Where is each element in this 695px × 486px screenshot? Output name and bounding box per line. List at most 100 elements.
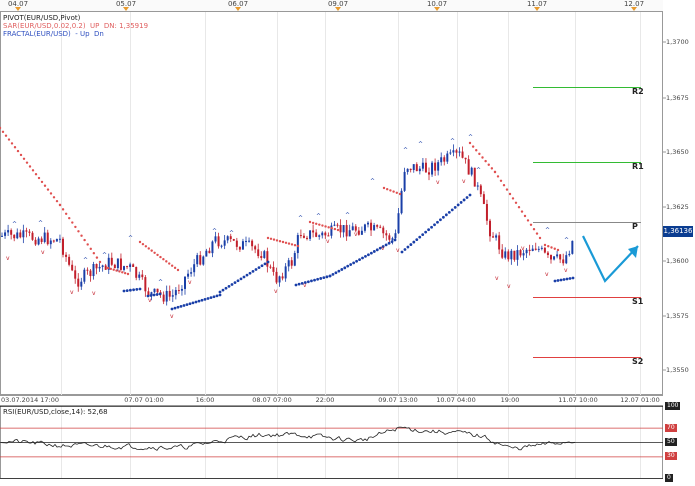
candle-body [196, 255, 199, 265]
candle-body [22, 230, 25, 238]
sar-dot [115, 269, 118, 272]
candle-body [556, 254, 559, 257]
sar-dot [272, 238, 276, 241]
candle-body [275, 271, 278, 283]
candle-body [238, 246, 241, 250]
sar-dot [328, 274, 332, 278]
pivot-legend: PIVOT(EUR/USD,Pivot) [3, 14, 81, 22]
sar-dot [453, 205, 457, 209]
candle-body [80, 281, 83, 287]
sar-dot [459, 201, 463, 204]
projection-path [582, 235, 639, 283]
candle-body [516, 250, 519, 260]
sar-dot [118, 270, 121, 273]
candle-body [263, 251, 266, 258]
candle-body [498, 235, 501, 250]
candle-body [455, 150, 458, 153]
sar-dot [382, 186, 386, 190]
sar-dot [352, 261, 356, 265]
candle-body [360, 230, 363, 235]
fractal-up-arrow-icon: ^ [38, 220, 43, 227]
fractal-down-arrow-icon: v [41, 249, 45, 256]
candle-body [501, 249, 504, 258]
candle-body [421, 162, 424, 169]
candle-body [302, 235, 305, 238]
candle-body [296, 235, 299, 254]
fractal-up-arrow-icon: ^ [298, 215, 303, 222]
candle-body [525, 249, 528, 254]
sar-dot [80, 234, 83, 237]
candle-body [174, 290, 177, 296]
sar-dot [212, 295, 216, 299]
sar-dot [415, 238, 419, 242]
fractal-up-arrow-icon: ^ [212, 228, 217, 235]
sar-dot [517, 206, 521, 209]
sar-dot [508, 192, 512, 196]
sar-dot [409, 243, 413, 246]
sar-dot [129, 288, 132, 292]
candle-body [409, 168, 412, 171]
sar-dot [532, 228, 536, 231]
sar-dot [421, 233, 425, 237]
candle-body [318, 235, 321, 237]
candle-body [95, 263, 98, 269]
sar-dot [358, 258, 361, 262]
sar-dot [369, 251, 373, 255]
candle-body [1, 235, 3, 237]
fractal-down-arrow-icon: v [170, 313, 174, 320]
sar-dot [194, 300, 198, 304]
candle-body [19, 232, 22, 238]
main-plot-frame [0, 11, 663, 395]
pivot-label-s2: S2 [632, 357, 643, 366]
sar-dot [215, 294, 219, 298]
sar-dot [398, 192, 402, 196]
sar-dot [233, 281, 237, 285]
sar-dot [132, 288, 136, 292]
candle-body [470, 167, 473, 175]
sar-dot [98, 260, 102, 264]
candle-body [58, 238, 61, 240]
candle-body [74, 270, 77, 279]
sar-dot [156, 253, 159, 257]
candle-body [522, 253, 525, 256]
sar-dot [556, 279, 560, 282]
candle-body [327, 235, 330, 237]
sar-dot [514, 201, 518, 204]
rsi-plot-frame [0, 405, 663, 479]
sar-dot [487, 163, 490, 166]
sar-dot [520, 210, 524, 213]
sar-dot [306, 280, 310, 284]
sar-dot [315, 222, 318, 225]
candle-body [28, 231, 31, 233]
candle-body [284, 266, 287, 279]
candle-body [86, 269, 89, 271]
candle-body [199, 255, 202, 265]
sar-dot [475, 149, 478, 152]
candle-body [531, 248, 534, 251]
candle-body [248, 240, 251, 242]
fractal-down-arrow-icon: v [462, 178, 466, 185]
candle-body [440, 157, 443, 163]
time-tick-label: 11.07 10:00 [558, 396, 598, 404]
candle-body [431, 162, 434, 175]
candle-body [510, 250, 513, 260]
candle-body [214, 236, 217, 242]
sar-dot [176, 305, 180, 309]
time-tick-label: 09.07 13:00 [378, 396, 418, 404]
sar-dot [484, 159, 487, 163]
rsi-legend: RSI(EUR/USD,close,14): 52,68 [3, 408, 108, 416]
sar-dot [83, 238, 86, 242]
candle-body [278, 276, 281, 283]
price-tick-label: 1,3600 [666, 257, 689, 265]
fractal-legend: FRACTAL(EUR/USD) - Up Dn [3, 30, 148, 38]
sar-dot [260, 264, 264, 268]
candle-body [339, 224, 342, 233]
pivot-label-r1: R1 [632, 162, 644, 171]
fractal-down-arrow-icon: v [354, 231, 358, 238]
candle-body [449, 152, 452, 154]
sar-dot [450, 208, 454, 212]
fractal-legend-dn: Dn [94, 30, 104, 38]
fractal-up-arrow-icon: ^ [545, 227, 550, 234]
sar-dot [230, 283, 234, 286]
sar-dot [333, 227, 337, 231]
